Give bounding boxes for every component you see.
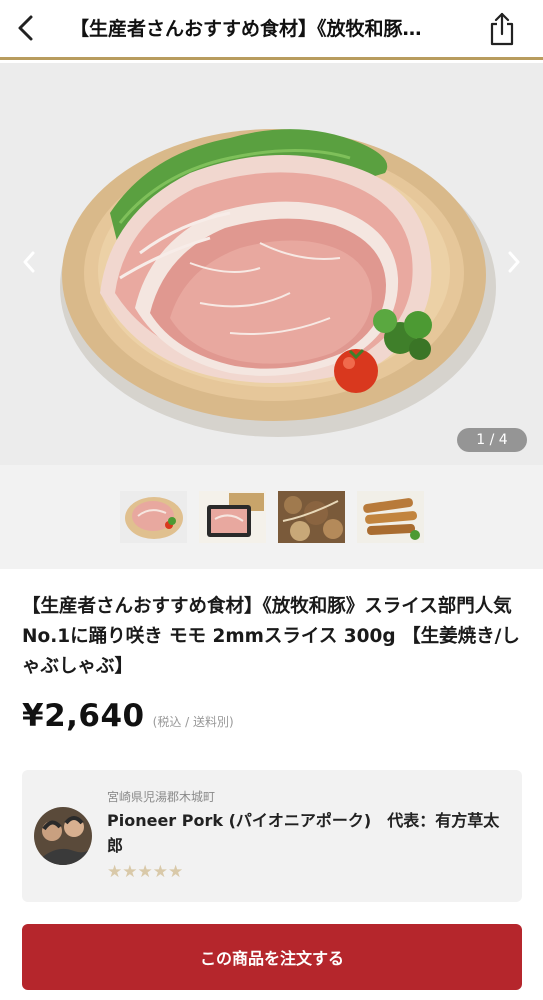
- product-image-gallery[interactable]: [0, 63, 543, 465]
- star-rating: ★★★★★: [107, 862, 184, 882]
- product-price: ¥2,640: [22, 698, 145, 734]
- chevron-left-icon: [23, 251, 35, 273]
- product-main-image: [0, 63, 543, 465]
- seller-location: 宮崎県児湯郡木城町: [107, 790, 216, 804]
- order-button[interactable]: この商品を注文する: [22, 924, 522, 990]
- share-button[interactable]: [485, 10, 519, 48]
- product-title: 【生産者さんおすすめ食材】《放牧和豚》スライス部門人気No.1に踊り咲き モモ …: [22, 596, 520, 677]
- back-button[interactable]: [10, 12, 42, 44]
- thumbnail-strip: [0, 465, 543, 569]
- thumbnail-1[interactable]: [119, 491, 187, 543]
- chevron-right-icon: [508, 251, 520, 273]
- next-image-button[interactable]: [500, 248, 528, 276]
- top-bar: 【生産者さんおすすめ食材】《放牧和豚…: [0, 0, 543, 60]
- seller-name: Pioneer Pork (パイオニアポーク) 代表：有方草太郎: [107, 811, 500, 855]
- thumbnail-2[interactable]: [198, 491, 266, 543]
- thumbnail-3[interactable]: [277, 491, 345, 543]
- page-title: 【生産者さんおすすめ食材】《放牧和豚…: [70, 18, 422, 40]
- price-note: (税込 / 送料別): [152, 715, 234, 729]
- previous-image-button[interactable]: [15, 248, 43, 276]
- chevron-left-icon: [18, 15, 33, 41]
- share-icon: [490, 12, 514, 46]
- image-counter: 1 / 4: [457, 428, 527, 452]
- price-row: ¥2,640 (税込 / 送料別): [22, 698, 234, 734]
- thumbnail-4[interactable]: [356, 491, 424, 543]
- avatar: [34, 807, 92, 865]
- seller-card[interactable]: 宮崎県児湯郡木城町 Pioneer Pork (パイオニアポーク) 代表：有方草…: [22, 770, 522, 902]
